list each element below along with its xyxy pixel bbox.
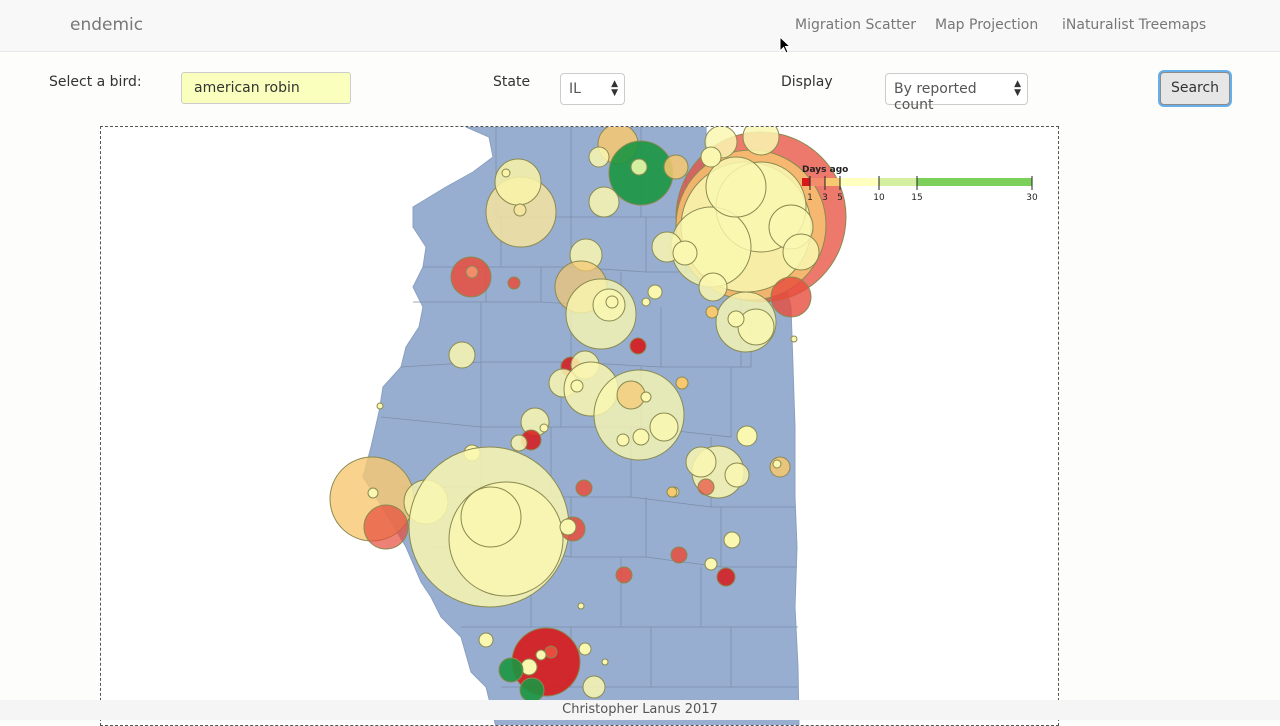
nav-map-projection[interactable]: Map Projection [935, 17, 1038, 33]
illinois-map[interactable]: Days ago 1 3 5 10 15 30 [101, 127, 1059, 726]
legend-tick: 1 [807, 193, 813, 203]
state-label: State [493, 74, 531, 90]
brand-logo[interactable]: endemic [70, 15, 143, 35]
nav-migration-scatter[interactable]: Migration Scatter [795, 17, 916, 33]
legend-tick: 10 [873, 193, 885, 203]
legend-tick: 5 [837, 193, 843, 203]
select-arrows-icon: ▲ ▼ [611, 79, 618, 98]
mouse-cursor-icon [779, 36, 791, 54]
state-select-value: IL [569, 81, 581, 97]
state-select[interactable]: IL ▲ ▼ [560, 73, 625, 105]
navbar: endemic Migration Scatter Map Projection… [0, 0, 1280, 52]
display-select[interactable]: By reported count ▲ ▼ [885, 73, 1028, 113]
display-label: Display [781, 74, 833, 90]
legend-tick: 3 [822, 193, 828, 203]
footer: Christopher Lanus 2017 [0, 700, 1280, 720]
display-select-value: By reported count [894, 81, 977, 113]
nav-inaturalist-treemaps[interactable]: iNaturalist Treemaps [1062, 17, 1206, 33]
days-ago-legend: Days ago 1 3 5 10 15 30 [802, 165, 1038, 203]
legend-tick: 30 [1026, 193, 1038, 203]
search-button[interactable]: Search [1160, 72, 1230, 105]
bird-label: Select a bird: [49, 74, 142, 90]
legend-tick: 15 [911, 193, 922, 203]
map-container[interactable]: Days ago 1 3 5 10 15 30 [100, 126, 1059, 726]
legend-title: Days ago [802, 165, 848, 175]
select-arrows-icon: ▲ ▼ [1014, 79, 1021, 98]
bird-input[interactable] [181, 72, 351, 104]
